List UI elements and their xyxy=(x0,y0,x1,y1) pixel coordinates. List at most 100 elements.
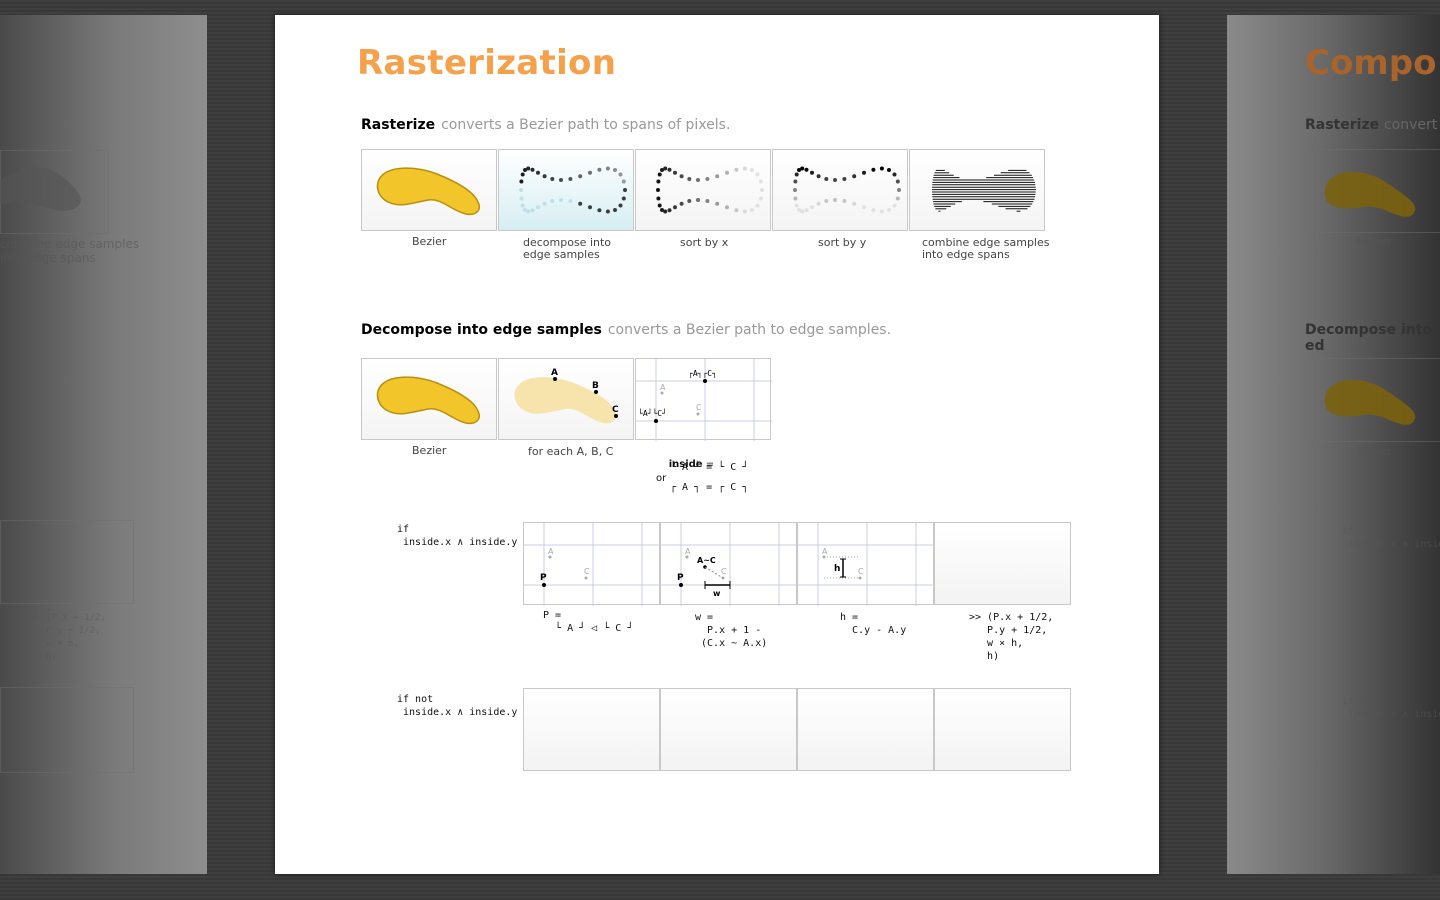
edge-sample-dot xyxy=(824,199,829,203)
w-tile-label-c: C xyxy=(721,567,727,576)
formula-output: >> (P.x + 1/2, P.y + 1/2, w × h, h) xyxy=(969,612,1054,662)
edge-sample-dot xyxy=(760,188,764,192)
next-page-preview[interactable]: Compo Rasterize convert Bezier Decompose… xyxy=(1227,15,1440,874)
step-bezier-tile[interactable] xyxy=(361,149,497,231)
edge-sample-dot xyxy=(742,166,747,171)
step-decompose-tile[interactable] xyxy=(498,149,634,231)
edge-sample-dot xyxy=(892,172,897,177)
decompose-points-label: for each A, B, C xyxy=(528,445,614,458)
edge-sample-dot xyxy=(715,201,720,206)
edge-sample-dot xyxy=(542,201,547,206)
if-step-p-tile[interactable]: A C P xyxy=(523,522,661,606)
if-step-output-tile[interactable] xyxy=(934,522,1071,605)
ghost-caption: Bezier xyxy=(1357,235,1392,248)
edge-sample-dot xyxy=(536,205,540,210)
if-condition: if inside.x ∧ inside.y xyxy=(397,524,518,548)
abc-points-illustration: A B C xyxy=(514,368,619,424)
edge-sample-dot xyxy=(897,188,901,192)
compute-p-illustration: A C P xyxy=(524,523,661,606)
if-not-tile-3[interactable] xyxy=(797,688,934,771)
edge-sample-dot xyxy=(804,167,809,172)
ghost-shape xyxy=(0,167,81,211)
edge-sample-dot xyxy=(871,167,876,172)
edge-sample-dot xyxy=(660,208,664,212)
if-not-tile-2[interactable] xyxy=(660,688,797,771)
if-step-w-tile[interactable]: A C A~C P w xyxy=(660,522,798,606)
ghost-tile xyxy=(0,687,134,773)
edge-sample-dot xyxy=(679,201,684,206)
edge-sample-dot xyxy=(810,170,814,175)
edge-sample-dot xyxy=(568,199,573,203)
edge-sample-dot xyxy=(862,205,866,210)
edge-sample-dot xyxy=(657,172,662,177)
bezier-shape-illustration xyxy=(376,167,480,216)
edge-sample-dot xyxy=(793,179,798,184)
edge-sample-dot xyxy=(895,196,900,201)
edge-sample-dot xyxy=(621,179,626,184)
edge-sample-dot xyxy=(559,198,563,202)
edge-sample-dot xyxy=(833,178,837,182)
edge-sample-dot xyxy=(520,203,525,208)
edge-sample-dot xyxy=(667,167,672,172)
rasterize-description: converts a Bezier path to spans of pixel… xyxy=(441,117,731,133)
ghost-heading: Rasterize convert xyxy=(1305,117,1438,133)
if-not-tile-1[interactable] xyxy=(523,688,660,771)
edge-sample-dot xyxy=(605,166,610,171)
edge-sample-dot xyxy=(734,167,739,172)
ghost-caption: Bezier xyxy=(1357,445,1392,458)
rasterize-heading-label: Rasterize xyxy=(361,117,436,133)
formula-p: P = └ A ┘ ◁ └ C ┘ xyxy=(543,610,634,634)
previous-page-preview[interactable]: combine edge samples into edge spans >> … xyxy=(0,15,207,874)
edge-sample-dot xyxy=(597,167,602,172)
document-page: Rasterization Rasterize converts a Bezier… xyxy=(275,15,1159,874)
ghost-code: if inside.x ∧ inside xyxy=(1342,526,1440,550)
edge-samples-illustration xyxy=(519,166,627,214)
edge-sample-dot xyxy=(656,196,661,201)
edge-sample-dot xyxy=(667,208,672,213)
sorted-by-y-illustration xyxy=(793,166,901,214)
edge-sample-dot xyxy=(656,179,661,184)
decompose-description: converts a Bezier path to edge samples. xyxy=(607,322,892,338)
edge-sample-dot xyxy=(871,208,876,213)
edge-sample-dot xyxy=(797,208,801,212)
ghost-code: if not inside.x ∧ inside xyxy=(1342,696,1440,720)
decompose-grid-tile[interactable]: A C ┌A┐┌C┐ └A┘└C┘ xyxy=(635,358,772,441)
ghost-code: >> (P.x + 1/2, P.y + 1/2, w × h, h) xyxy=(30,613,106,662)
inside-condition-2: ┌ A ┐ = ┌ C ┐ xyxy=(670,482,749,493)
edge-sample-dot xyxy=(578,174,583,179)
edge-sample-dot xyxy=(794,172,799,177)
edge-sample-dot xyxy=(742,209,747,214)
edge-sample-dot xyxy=(618,203,623,208)
edge-sample-dot xyxy=(530,208,535,213)
edge-sample-dot xyxy=(895,179,900,184)
if-step-h-tile[interactable]: A C h xyxy=(797,522,935,606)
edge-sample-dot xyxy=(794,203,799,208)
edge-sample-dot xyxy=(519,179,524,184)
if-not-condition: if not inside.x ∧ inside.y xyxy=(397,694,518,718)
edge-sample-dot xyxy=(605,209,610,214)
step-sort-y-tile[interactable] xyxy=(772,149,908,231)
label-b: B xyxy=(592,381,599,391)
if-not-tile-4[interactable] xyxy=(934,688,1071,771)
step-sort-x-tile[interactable] xyxy=(635,149,771,231)
decompose-points-tile[interactable]: A B C xyxy=(498,358,634,440)
edge-sample-dot xyxy=(623,188,627,192)
edge-sample-dot xyxy=(526,166,531,171)
edge-sample-dot xyxy=(842,199,847,203)
decompose-heading-label: Decompose into edge samples xyxy=(361,322,602,338)
compute-w-illustration: A C A~C P w xyxy=(661,523,798,606)
edge-sample-dot xyxy=(687,199,692,203)
step-combine-tile[interactable] xyxy=(909,149,1045,231)
step-decompose-label: decompose into edge samples xyxy=(523,236,612,261)
w-tile-label-a: A xyxy=(685,547,691,556)
edge-sample-dot xyxy=(758,179,763,184)
edge-sample-dot xyxy=(852,174,857,179)
edge-sample-dot xyxy=(824,177,829,181)
decompose-heading: Decompose into edge samples converts a Be… xyxy=(361,322,891,338)
edge-sample-dot xyxy=(613,208,617,212)
edge-sample-dot xyxy=(816,201,821,206)
decompose-bezier-tile[interactable] xyxy=(361,358,497,440)
formula-w: w = P.x + 1 - (C.x ~ A.x) xyxy=(695,612,768,649)
ghost-heading: Decompose into ed xyxy=(1305,322,1433,354)
w-tile-label-p: P xyxy=(677,573,684,583)
